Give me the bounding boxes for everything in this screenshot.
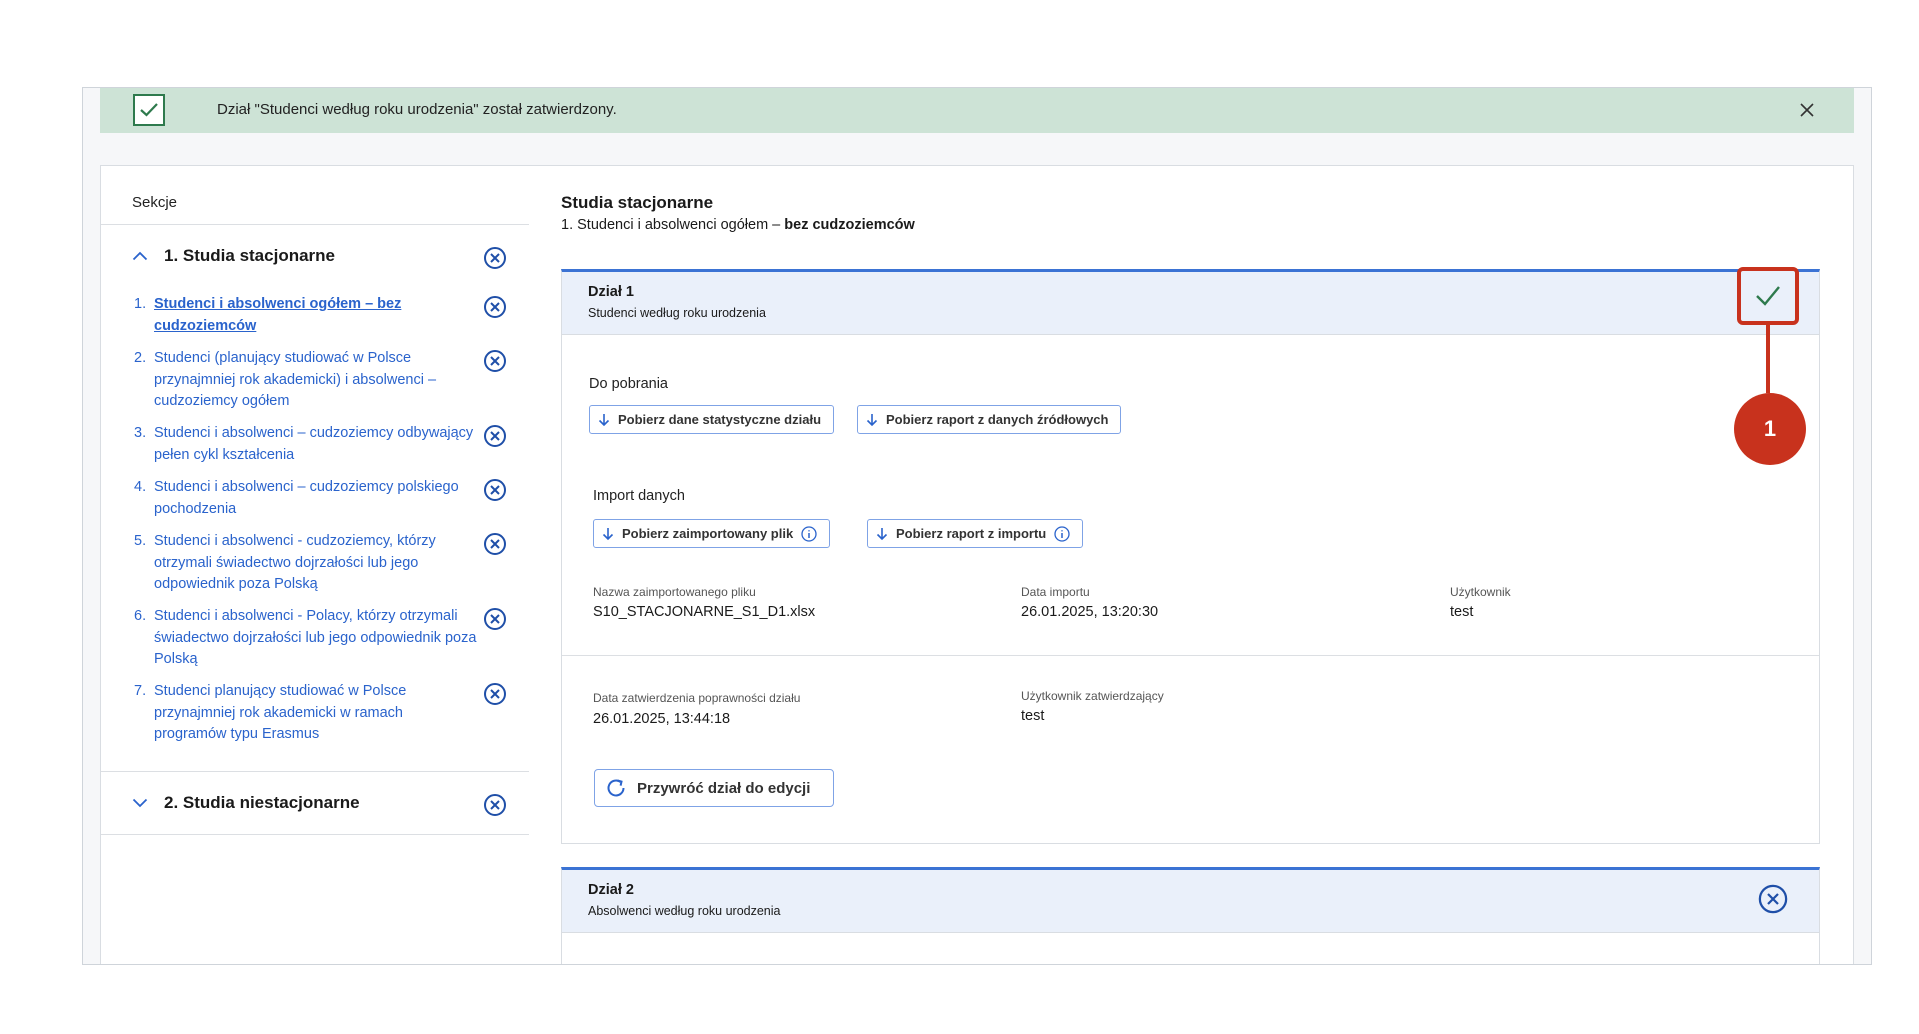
import-date-label: Data importu <box>1021 585 1090 599</box>
sidebar-item-5[interactable]: 5. Studenci i absolwenci - cudzoziemcy, … <box>134 531 479 596</box>
download-label: Do pobrania <box>589 376 668 392</box>
group-label: 1. Studia stacjonarne <box>164 246 335 265</box>
section-subtitle: Studenci według roku urodzenia <box>588 306 766 320</box>
success-alert: Dział "Studenci według roku urodzenia" z… <box>100 88 1854 133</box>
approver-value: test <box>1021 708 1045 724</box>
remove-circle-icon[interactable] <box>483 295 507 319</box>
sidebar-item-4[interactable]: 4. Studenci i absolwenci – cudzoziemcy p… <box>134 477 479 520</box>
item-number: 5. <box>134 533 147 549</box>
subtitle-bold: bez cudzoziemców <box>784 217 915 233</box>
item-label: Studenci i absolwenci – cudzoziemcy odby… <box>154 425 474 463</box>
button-label: Pobierz raport z danych źródłowych <box>886 412 1109 427</box>
sidebar-item-3[interactable]: 3. Studenci i absolwenci – cudzoziemcy o… <box>134 423 479 466</box>
page-frame: Dział "Studenci według roku urodzenia" z… <box>82 87 1872 965</box>
item-number: 4. <box>134 479 147 495</box>
approval-date-value: 26.01.2025, 13:44:18 <box>593 711 731 727</box>
remove-circle-icon[interactable] <box>483 478 507 502</box>
arrow-down-icon <box>866 413 878 427</box>
divider <box>101 834 529 835</box>
sidebar-title: Sekcje <box>132 194 178 211</box>
sections-sidebar: Sekcje 1. Studia stacjonarne 1. Studenci… <box>100 165 530 964</box>
item-label: Studenci planujący studiować w Polsce pr… <box>154 683 407 742</box>
button-label: Pobierz dane statystyczne działu <box>618 412 822 427</box>
subtitle-prefix: 1. Studenci i absolwenci ogółem – <box>561 217 785 233</box>
section-header: Dział 2 Absolwenci według roku urodzenia <box>562 870 1819 933</box>
download-imported-file-button[interactable]: Pobierz zaimportowany plik <box>593 519 831 548</box>
file-name-value: S10_STACJONARNE_S1_D1.xlsx <box>593 604 816 620</box>
import-date-value: 26.01.2025, 13:20:30 <box>1021 604 1159 620</box>
remove-circle-icon[interactable] <box>483 607 507 631</box>
item-label: Studenci i absolwenci ogółem – bez cudzo… <box>154 296 402 334</box>
approval-date-label: Data zatwierdzenia poprawności działu <box>593 691 801 705</box>
item-number: 6. <box>134 608 147 624</box>
sidebar-item-2[interactable]: 2. Studenci (planujący studiować w Polsc… <box>134 348 479 413</box>
group-studia-stacjonarne[interactable]: 1. Studia stacjonarne <box>132 246 335 266</box>
callout-badge: 1 <box>1734 393 1806 465</box>
item-number: 3. <box>134 425 147 441</box>
download-stats-button[interactable]: Pobierz dane statystyczne działu <box>589 405 835 434</box>
info-icon[interactable] <box>801 525 817 542</box>
info-icon[interactable] <box>1054 525 1070 542</box>
section-card-2: Dział 2 Absolwenci według roku urodzenia <box>561 867 1820 964</box>
button-label: Pobierz zaimportowany plik <box>622 526 794 541</box>
group-label: 2. Studia niestacjonarne <box>164 793 360 812</box>
item-label: Studenci i absolwenci – cudzoziemcy pols… <box>154 479 459 517</box>
section-title: Dział 1 <box>588 284 634 300</box>
alert-message: Dział "Studenci według roku urodzenia" z… <box>217 101 617 118</box>
arrow-down-icon <box>876 527 888 541</box>
item-number: 1. <box>134 296 147 312</box>
remove-circle-icon[interactable] <box>483 424 507 448</box>
button-label: Pobierz raport z importu <box>896 526 1047 541</box>
divider <box>101 224 529 225</box>
chevron-down-icon <box>132 794 150 812</box>
approver-label: Użytkownik zatwierdzający <box>1021 689 1164 703</box>
remove-circle-icon[interactable] <box>483 532 507 556</box>
remove-circle-icon[interactable] <box>1758 884 1788 914</box>
remove-circle-icon[interactable] <box>483 682 507 706</box>
section-header: Dział 1 Studenci według roku urodzenia <box>562 272 1819 335</box>
arrow-down-icon <box>602 527 614 541</box>
item-number: 2. <box>134 350 147 366</box>
remove-circle-icon[interactable] <box>483 246 507 270</box>
callout-connector <box>1766 325 1770 393</box>
remove-circle-icon[interactable] <box>483 349 507 373</box>
user-value: test <box>1450 604 1474 620</box>
section-title: Dział 2 <box>588 882 634 898</box>
restore-to-edit-button[interactable]: Przywróć dział do edycji <box>594 769 834 807</box>
item-number: 7. <box>134 683 147 699</box>
sidebar-item-6[interactable]: 6. Studenci i absolwenci - Polacy, którz… <box>134 606 479 671</box>
chevron-up-icon <box>132 247 150 265</box>
import-label: Import danych <box>593 488 685 504</box>
check-icon <box>1756 286 1780 306</box>
item-label: Studenci i absolwenci - cudzoziemcy, któ… <box>154 533 436 592</box>
sidebar-item-7[interactable]: 7. Studenci planujący studiować w Polsce… <box>134 681 479 746</box>
user-label: Użytkownik <box>1450 585 1511 599</box>
file-name-label: Nazwa zaimportowanego pliku <box>593 585 756 599</box>
page-subtitle: 1. Studenci i absolwenci ogółem – bez cu… <box>561 217 915 233</box>
download-import-report-button[interactable]: Pobierz raport z importu <box>867 519 1084 548</box>
section-subtitle: Absolwenci według roku urodzenia <box>588 904 781 918</box>
close-icon[interactable] <box>1794 97 1820 123</box>
refresh-icon <box>605 777 627 799</box>
remove-circle-icon[interactable] <box>483 793 507 817</box>
check-icon <box>133 94 165 126</box>
section-card-1: Dział 1 Studenci według roku urodzenia D… <box>561 269 1820 844</box>
item-label: Studenci i absolwenci - Polacy, którzy o… <box>154 608 477 667</box>
divider <box>101 771 529 772</box>
item-label: Studenci (planujący studiować w Polsce p… <box>154 350 437 409</box>
group-studia-niestacjonarne[interactable]: 2. Studia niestacjonarne <box>132 793 360 813</box>
sidebar-item-1[interactable]: 1. Studenci i absolwenci ogółem – bez cu… <box>134 294 479 337</box>
arrow-down-icon <box>598 413 610 427</box>
button-label: Przywróć dział do edycji <box>637 779 811 797</box>
page-title: Studia stacjonarne <box>561 193 714 212</box>
approved-status-highlight[interactable] <box>1737 267 1799 325</box>
main-content: Studia stacjonarne 1. Studenci i absolwe… <box>529 165 1854 964</box>
download-source-report-button[interactable]: Pobierz raport z danych źródłowych <box>857 405 1122 434</box>
divider <box>562 655 1819 656</box>
